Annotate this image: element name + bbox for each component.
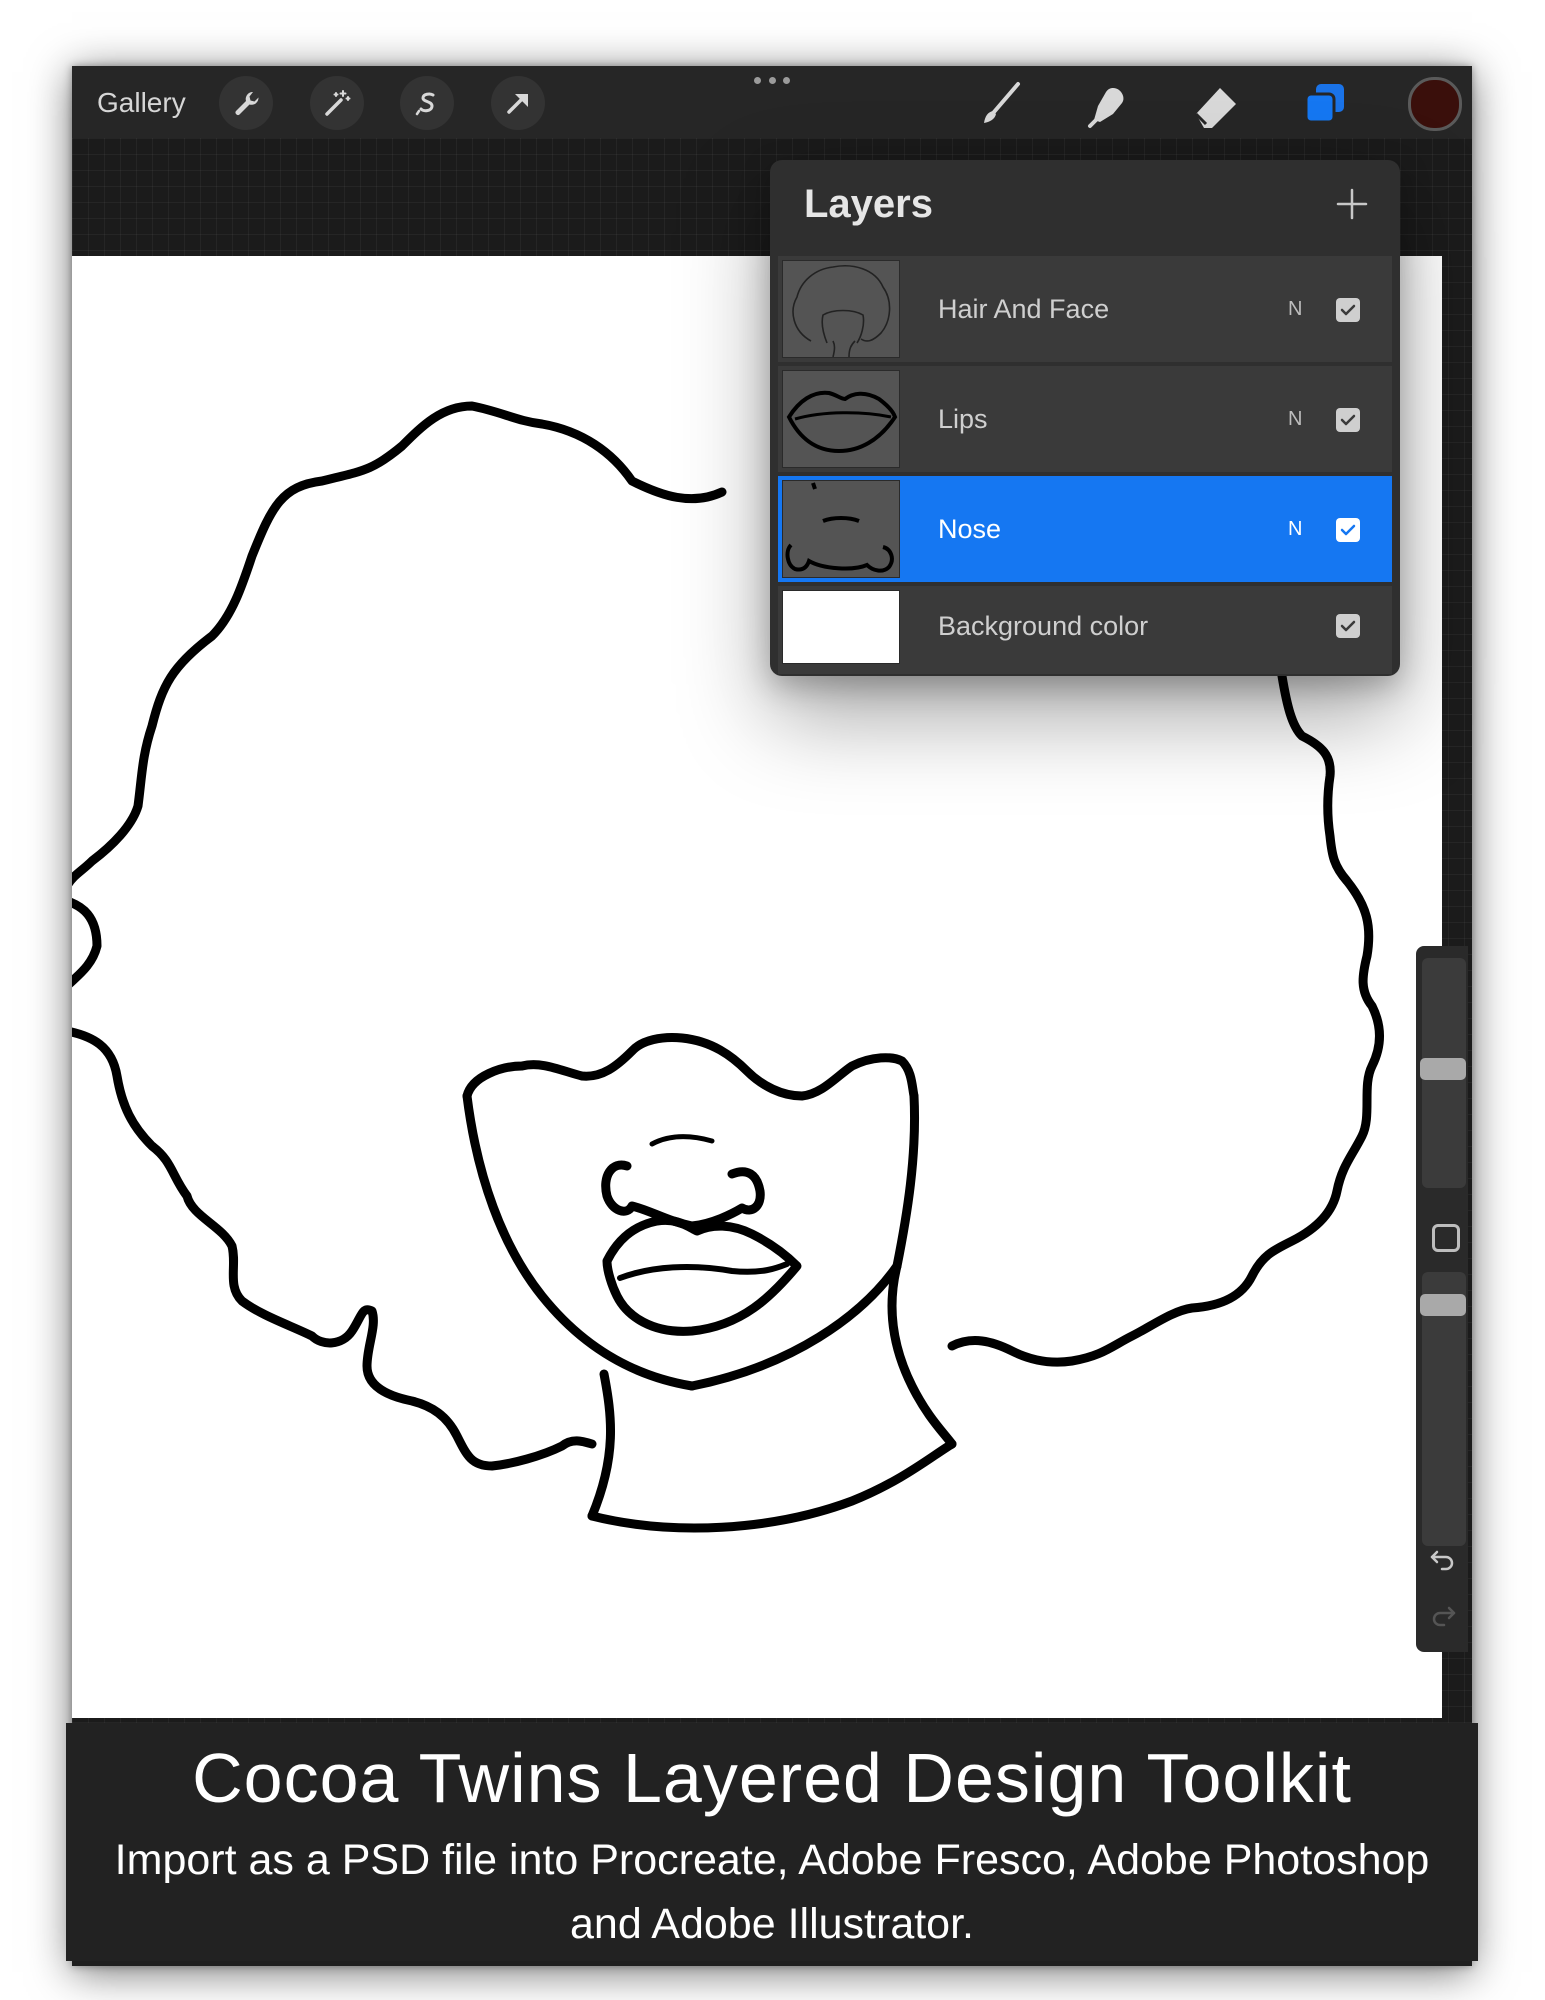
layer-thumbnail [782, 480, 900, 578]
layer-thumbnail [782, 590, 900, 664]
layers-panel: Layers Hair And Face N Lips N Nose N Bac… [770, 160, 1400, 676]
lips-middle [617, 1261, 790, 1281]
color-picker-swatch[interactable] [1408, 77, 1462, 131]
blend-mode-label[interactable]: N [1288, 256, 1302, 362]
neck-right [887, 1261, 957, 1449]
blend-mode-label[interactable]: N [1288, 366, 1302, 472]
visibility-checkbox[interactable] [1336, 614, 1360, 638]
transform-arrow-icon[interactable] [491, 76, 545, 130]
brush-icon[interactable] [972, 76, 1028, 132]
layer-row-lips[interactable]: Lips N [778, 366, 1392, 472]
visibility-checkbox[interactable] [1336, 408, 1360, 432]
layers-icon[interactable] [1296, 76, 1352, 132]
side-toolbar [1416, 946, 1468, 1652]
caption-title: Cocoa Twins Layered Design Toolkit [192, 1739, 1352, 1817]
eraser-icon[interactable] [1188, 76, 1244, 132]
shoulder-line [587, 1439, 957, 1533]
layer-row-background-color[interactable]: Background color [778, 586, 1392, 674]
layer-name: Nose [938, 514, 1002, 544]
layer-name: Lips [938, 404, 988, 434]
magic-wand-icon[interactable] [310, 76, 364, 130]
layer-thumbnail [782, 370, 900, 468]
nose-ridge [649, 1134, 715, 1147]
blend-mode-label[interactable]: N [1288, 476, 1302, 582]
undo-icon[interactable] [1428, 1544, 1458, 1574]
nose-drawing [601, 1160, 765, 1231]
layer-row-nose[interactable]: Nose N [778, 476, 1392, 582]
layer-name: Hair And Face [938, 294, 1110, 324]
redo-icon[interactable] [1428, 1600, 1458, 1630]
brush-size-slider-thumb[interactable] [1420, 1058, 1466, 1080]
caption-subtitle: Import as a PSD file into Procreate, Ado… [114, 1836, 1430, 1948]
visibility-checkbox[interactable] [1336, 298, 1360, 322]
modify-button[interactable] [1432, 1224, 1460, 1252]
wrench-icon[interactable] [219, 76, 273, 130]
hair-outline-right [947, 671, 1384, 1367]
face-right-outline [687, 1091, 920, 1391]
selection-icon[interactable] [400, 76, 454, 130]
bangs-line [462, 1033, 919, 1101]
layer-name: Background color [938, 611, 1149, 641]
plus-icon[interactable] [1330, 182, 1374, 226]
smudge-icon[interactable] [1080, 76, 1136, 132]
layers-panel-title: Layers [804, 182, 933, 226]
more-options-icon[interactable] [754, 70, 790, 90]
visibility-checkbox[interactable] [1336, 518, 1360, 542]
opacity-slider-thumb[interactable] [1420, 1294, 1466, 1316]
layer-row-hair-and-face[interactable]: Hair And Face N [778, 256, 1392, 362]
caption-banner: Cocoa Twins Layered Design Toolkit Impor… [66, 1723, 1478, 1961]
gallery-button[interactable]: Gallery [97, 83, 186, 123]
layer-thumbnail [782, 260, 900, 358]
